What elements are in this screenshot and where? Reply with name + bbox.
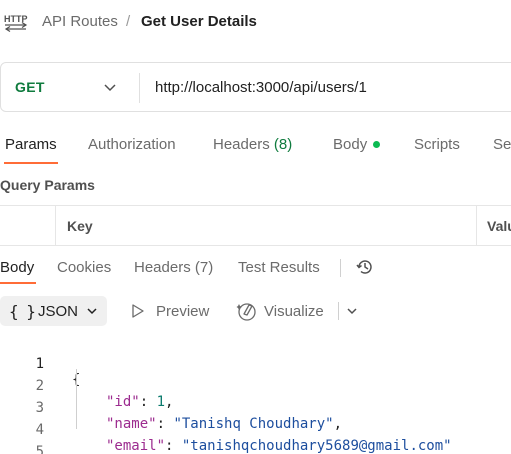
breadcrumb-collection[interactable]: API Routes <box>42 13 118 30</box>
tab-body-label: Body <box>333 136 368 153</box>
url-bar: GET <box>0 62 511 112</box>
code-line: 1 { <box>0 340 511 388</box>
tab-headers-label: Headers <box>213 136 270 153</box>
history-icon[interactable] <box>355 257 375 277</box>
request-tabs: Params Authorization Headers (8) Body Sc… <box>0 132 511 166</box>
response-tabs: Body Cookies Headers (7) Test Results <box>0 254 511 284</box>
method-select[interactable]: GET <box>15 79 45 95</box>
play-icon <box>132 304 144 318</box>
request-header: HTTP API Routes / Get User Details <box>0 0 511 46</box>
chevron-down-icon[interactable] <box>346 305 358 317</box>
url-input[interactable] <box>155 79 495 96</box>
http-icon: HTTP <box>4 14 28 32</box>
tab-body[interactable]: Body <box>333 136 381 153</box>
preview-label: Preview <box>156 303 210 320</box>
active-tab-indicator <box>4 162 58 164</box>
column-divider <box>476 206 477 246</box>
column-header-key: Key <box>67 218 93 234</box>
tab-headers[interactable]: Headers (8) <box>213 136 292 153</box>
column-divider <box>55 206 56 246</box>
visualize-label: Visualize <box>264 303 324 320</box>
response-tab-headers-label: Headers <box>134 259 191 276</box>
body-indicator-dot <box>373 140 381 148</box>
visualize-button[interactable]: Visualize <box>236 296 336 326</box>
active-tab-indicator <box>0 282 36 284</box>
response-tab-test-results[interactable]: Test Results <box>238 259 320 276</box>
response-toolbar: { } JSON Preview Visualize <box>0 296 511 328</box>
divider <box>338 302 339 320</box>
tab-authorization[interactable]: Authorization <box>88 136 176 153</box>
divider <box>139 73 140 103</box>
response-tab-body[interactable]: Body <box>0 259 34 276</box>
breadcrumb-separator: / <box>126 13 131 30</box>
tab-settings[interactable]: Se <box>493 136 511 153</box>
page-title[interactable]: Get User Details <box>141 13 257 30</box>
response-tab-headers-count: (7) <box>194 259 214 276</box>
indent-guide <box>76 369 77 429</box>
visualize-icon <box>236 303 256 321</box>
line-number: 5 <box>35 444 44 454</box>
response-tab-headers[interactable]: Headers (7) <box>134 259 213 276</box>
divider <box>340 259 341 277</box>
format-label: JSON <box>38 303 79 320</box>
query-params-title: Query Params <box>0 177 95 193</box>
tab-params[interactable]: Params <box>5 136 57 153</box>
tab-scripts[interactable]: Scripts <box>414 136 460 153</box>
tab-headers-count: (8) <box>273 136 293 153</box>
response-tab-cookies[interactable]: Cookies <box>57 259 111 276</box>
preview-button[interactable]: Preview <box>128 296 224 326</box>
braces-icon: { } <box>9 302 36 321</box>
chevron-down-icon <box>87 308 97 315</box>
query-params-table: Key Valu <box>0 205 511 246</box>
column-header-value: Valu <box>487 218 511 234</box>
code-line: 5 } <box>0 428 511 454</box>
svg-text:HTTP: HTTP <box>4 14 28 24</box>
format-select[interactable]: { } JSON <box>0 296 107 326</box>
chevron-down-icon[interactable] <box>103 80 117 94</box>
